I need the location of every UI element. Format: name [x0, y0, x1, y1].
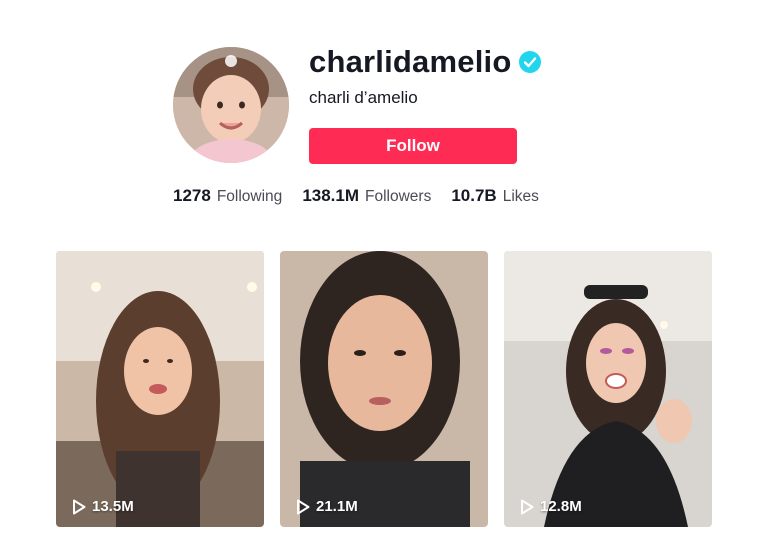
- stat-label: Likes: [502, 188, 539, 205]
- play-icon: [520, 499, 534, 515]
- stat-label: Followers: [365, 188, 432, 205]
- stat-followers[interactable]: 138.1M Followers: [302, 186, 431, 206]
- play-icon: [72, 499, 86, 515]
- video-grid: 13.5M 21.1M 12.8M: [56, 251, 712, 527]
- stat-following[interactable]: 1278 Following: [173, 186, 282, 206]
- view-count-value: 13.5M: [92, 498, 134, 515]
- video-thumbnail: [504, 251, 712, 527]
- profile-stats: 1278 Following 138.1M Followers 10.7B Li…: [173, 186, 539, 206]
- view-count-value: 12.8M: [540, 498, 582, 515]
- video-card[interactable]: 13.5M: [56, 251, 264, 527]
- stat-value: 1278: [173, 186, 211, 205]
- avatar-image: [173, 47, 289, 163]
- play-icon: [296, 499, 310, 515]
- profile-avatar[interactable]: [173, 47, 289, 163]
- view-count-value: 21.1M: [316, 498, 358, 515]
- verified-check-icon: [519, 51, 542, 73]
- video-card[interactable]: 21.1M: [280, 251, 488, 527]
- follow-button[interactable]: Follow: [309, 128, 517, 164]
- view-count: 21.1M: [296, 498, 358, 515]
- view-count: 13.5M: [72, 498, 134, 515]
- video-thumbnail: [280, 251, 488, 527]
- username: charlidamelio: [309, 44, 512, 79]
- username-row: charlidamelio: [309, 42, 542, 82]
- stat-value: 10.7B: [451, 186, 497, 205]
- stat-likes: 10.7B Likes: [451, 186, 539, 206]
- video-thumbnail: [56, 251, 264, 527]
- stat-value: 138.1M: [302, 186, 360, 205]
- display-name: charli d’amelio: [309, 88, 418, 107]
- stat-label: Following: [216, 188, 283, 205]
- view-count: 12.8M: [520, 498, 582, 515]
- video-card[interactable]: 12.8M: [504, 251, 712, 527]
